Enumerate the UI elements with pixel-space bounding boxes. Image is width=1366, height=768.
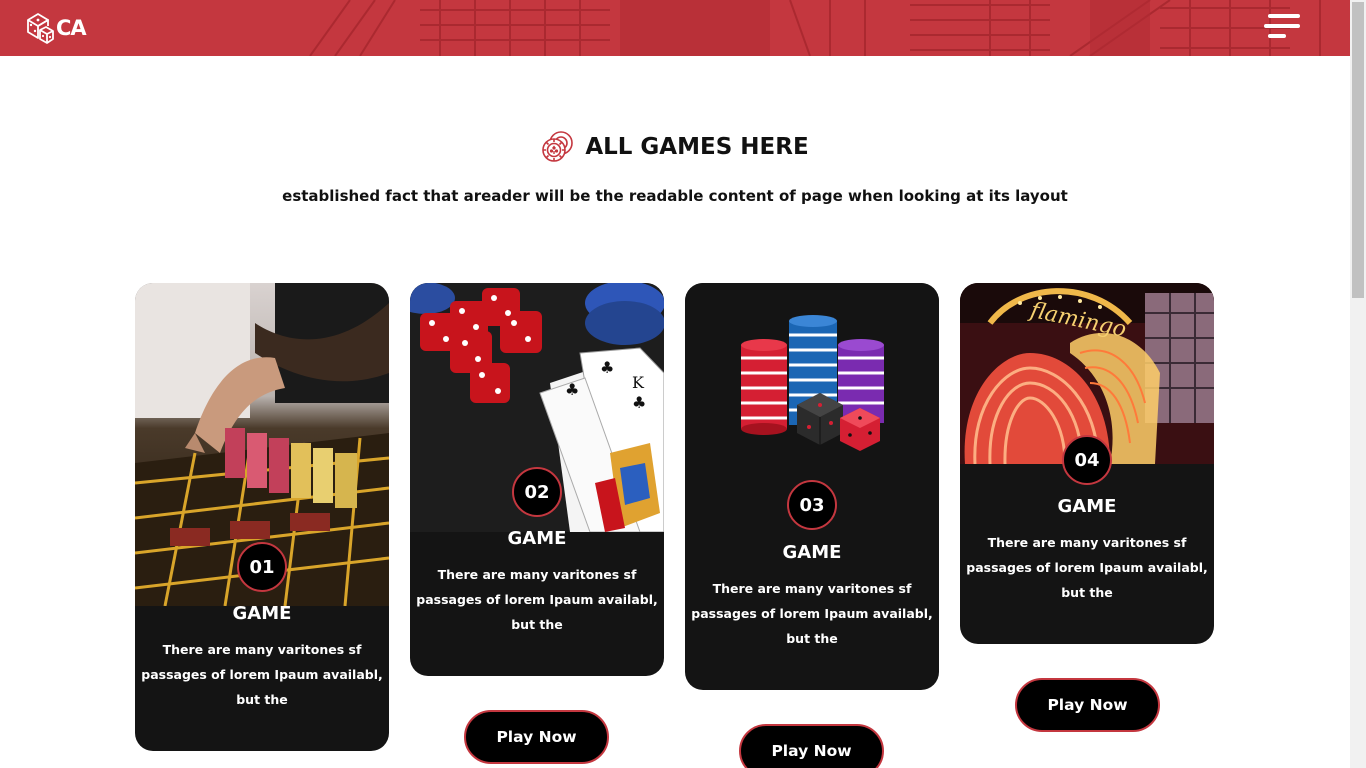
section-heading: ALL GAMES HERE: [0, 130, 1350, 164]
page: CA ALL GAMES HERE established fact that …: [0, 0, 1366, 768]
card-number-badge: 03: [787, 480, 837, 530]
vertical-scrollbar[interactable]: [1350, 0, 1366, 768]
svg-text:♣: ♣: [565, 380, 579, 399]
site-logo[interactable]: CA: [26, 12, 87, 44]
card-number-badge: 01: [237, 542, 287, 592]
casino-chips-icon: [542, 131, 574, 162]
hamburger-menu-icon[interactable]: [1264, 14, 1304, 42]
play-now-button[interactable]: Play Now: [739, 724, 884, 768]
header-building-background: [309, 0, 1321, 56]
top-header: CA: [0, 0, 1350, 56]
card-description: There are many varitones sf passages of …: [691, 581, 933, 646]
logo-text: CA: [56, 16, 87, 40]
card-title: GAME: [1057, 496, 1117, 517]
chip-stacks-and-dice-image: [685, 283, 939, 473]
svg-text:K: K: [632, 373, 645, 392]
card-number-badge: 04: [1062, 435, 1112, 485]
game-card-01[interactable]: 01 GAME There are many varitones sf pass…: [135, 283, 389, 751]
play-now-button[interactable]: Play Now: [1015, 678, 1160, 732]
svg-text:♣: ♣: [632, 393, 646, 412]
game-card-04[interactable]: flamingo 04 GAME There are many varitone…: [960, 283, 1214, 644]
card-number-badge: 02: [512, 467, 562, 517]
dice-logo-icon: [27, 13, 54, 44]
card-title: GAME: [782, 542, 842, 563]
section-subtitle: established fact that areader will be th…: [282, 187, 1068, 205]
game-card-03[interactable]: 03 GAME There are many varitones sf pass…: [685, 283, 939, 690]
card-title: GAME: [232, 603, 292, 624]
card-description: There are many varitones sf passages of …: [141, 642, 383, 707]
card-title: GAME: [507, 528, 567, 549]
play-now-button[interactable]: Play Now: [464, 710, 609, 764]
card-description: There are many varitones sf passages of …: [416, 567, 658, 632]
svg-text:♣: ♣: [600, 358, 614, 377]
section-title: ALL GAMES HERE: [585, 134, 809, 160]
game-card-02[interactable]: ♣ ♣ K ♣ 02 GAME There are many varitones…: [410, 283, 664, 676]
card-description: There are many varitones sf passages of …: [966, 535, 1208, 600]
scrollbar-thumb[interactable]: [1352, 2, 1364, 298]
